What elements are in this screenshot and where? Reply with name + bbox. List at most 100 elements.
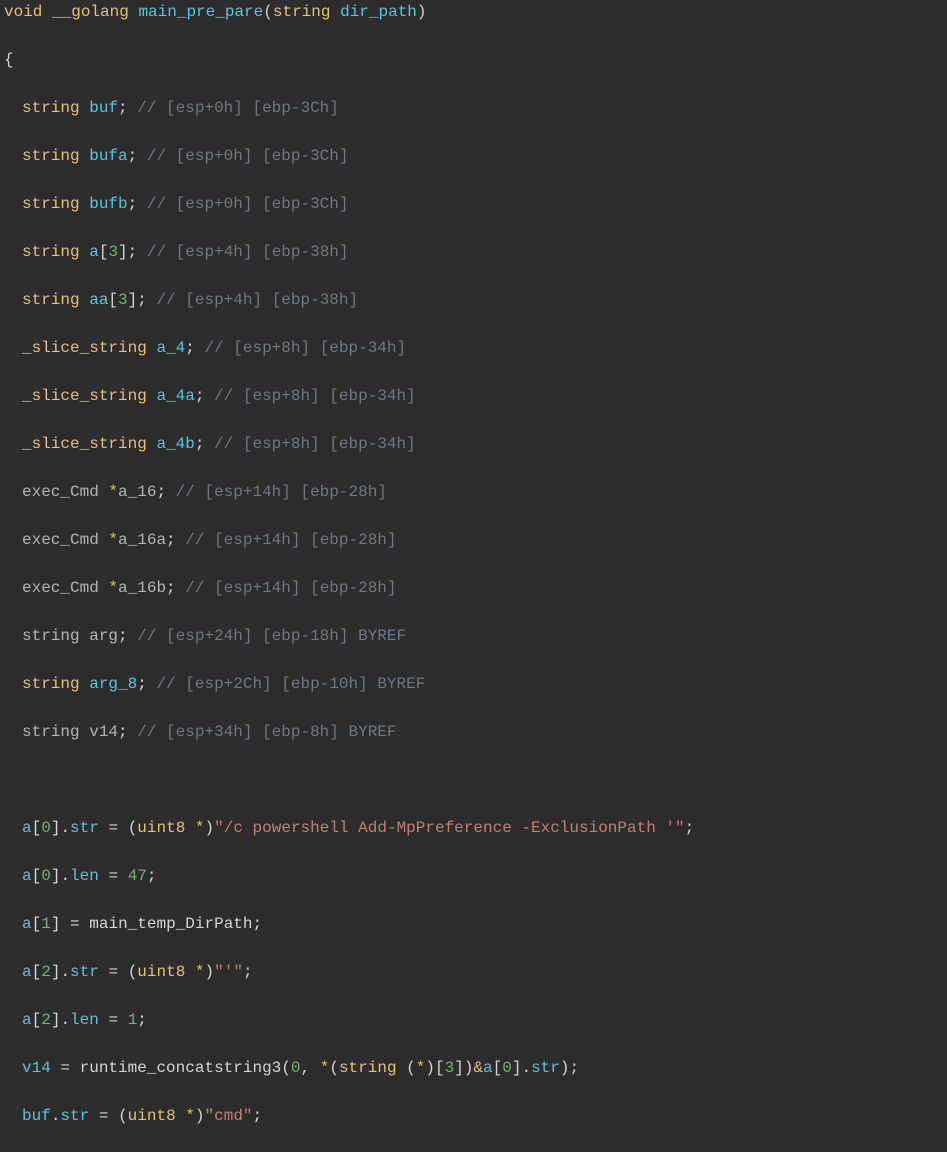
var: bufb <box>89 195 127 213</box>
comment: // [esp+8h] [ebp-34h] <box>214 387 416 405</box>
code-line: string bufa; // [esp+0h] [ebp-3Ch] <box>0 144 947 168</box>
semicolon: ; <box>137 291 147 309</box>
var: a_16b <box>118 579 166 597</box>
dot: . <box>521 1059 531 1077</box>
equals: = <box>99 1107 109 1125</box>
paren: ( <box>329 1059 339 1077</box>
equals: = <box>108 819 118 837</box>
semicolon: ; <box>128 195 138 213</box>
type: exec_Cmd <box>22 579 99 597</box>
var: buf <box>22 1107 51 1125</box>
semicolon: ; <box>137 675 147 693</box>
var: a_4 <box>156 339 185 357</box>
comment: // [esp+24h] [ebp-18h] BYREF <box>137 627 406 645</box>
code-line: exec_Cmd *a_16; // [esp+14h] [ebp-28h] <box>0 480 947 504</box>
cast-type: string <box>339 1059 397 1077</box>
comment: // [esp+14h] [ebp-28h] <box>176 483 387 501</box>
ampersand: & <box>473 1059 483 1077</box>
bracket: ] <box>51 867 61 885</box>
var: a <box>483 1059 493 1077</box>
bracket: [ <box>99 243 109 261</box>
code-line: exec_Cmd *a_16a; // [esp+14h] [ebp-28h] <box>0 528 947 552</box>
semicolon: ; <box>118 99 128 117</box>
cast-type: uint8 <box>128 1107 176 1125</box>
member: len <box>70 1011 99 1029</box>
type: string <box>22 723 80 741</box>
bracket: ] <box>51 1011 61 1029</box>
type: exec_Cmd <box>22 483 99 501</box>
comma: , <box>301 1059 311 1077</box>
dot: . <box>60 867 70 885</box>
comment: // [esp+8h] [ebp-34h] <box>204 339 406 357</box>
code-line: void __golang main_pre_pare(string dir_p… <box>0 0 947 24</box>
type: _slice_string <box>22 435 147 453</box>
number: 0 <box>41 819 51 837</box>
code-line: a[0].len = 47; <box>0 864 947 888</box>
keyword-void: void <box>4 3 42 21</box>
equals: = <box>70 915 80 933</box>
type: string <box>22 627 80 645</box>
equals: = <box>108 963 118 981</box>
paren: ( <box>128 963 138 981</box>
comment: // [esp+4h] [ebp-38h] <box>147 243 349 261</box>
type: _slice_string <box>22 339 147 357</box>
code-line: _slice_string a_4b; // [esp+8h] [ebp-34h… <box>0 432 947 456</box>
code-line: buf.str = (uint8 *)"cmd"; <box>0 1104 947 1128</box>
number: 3 <box>445 1059 455 1077</box>
bracket: [ <box>32 867 42 885</box>
star: * <box>108 483 118 501</box>
paren: ( <box>406 1059 416 1077</box>
paren: ) <box>205 963 215 981</box>
type: string <box>22 147 80 165</box>
var: aa <box>89 291 108 309</box>
semicolon: ; <box>166 531 176 549</box>
var: a <box>89 243 99 261</box>
var: a <box>22 963 32 981</box>
equals: = <box>108 867 118 885</box>
cast-type: uint8 <box>137 819 185 837</box>
type: string <box>22 99 80 117</box>
comment: // [esp+0h] [ebp-3Ch] <box>147 195 349 213</box>
code-line: a[2].len = 1; <box>0 1008 947 1032</box>
bracket: [ <box>435 1059 445 1077</box>
param: dir_path <box>340 3 417 21</box>
bracket: ] <box>512 1059 522 1077</box>
brace-open: { <box>4 51 14 69</box>
code-line: a[0].str = (uint8 *)"/c powershell Add-M… <box>0 816 947 840</box>
code-line: string arg; // [esp+24h] [ebp-18h] BYREF <box>0 624 947 648</box>
code-block: void __golang main_pre_pare(string dir_p… <box>0 0 947 1152</box>
semicolon: ; <box>253 915 263 933</box>
semicolon: ; <box>156 483 166 501</box>
comment: // [esp+0h] [ebp-3Ch] <box>137 99 339 117</box>
semicolon: ; <box>685 819 695 837</box>
member: str <box>70 819 99 837</box>
member: len <box>70 867 99 885</box>
comment: // [esp+2Ch] [ebp-10h] BYREF <box>156 675 425 693</box>
code-line: string a[3]; // [esp+4h] [ebp-38h] <box>0 240 947 264</box>
semicolon: ; <box>128 147 138 165</box>
number: 0 <box>41 867 51 885</box>
function-name: main_pre_pare <box>138 3 263 21</box>
bracket: ] <box>51 963 61 981</box>
paren: ( <box>128 819 138 837</box>
var: a_16 <box>118 483 156 501</box>
semicolon: ; <box>195 435 205 453</box>
bracket: ] <box>51 915 61 933</box>
code-line: a[2].str = (uint8 *)"'"; <box>0 960 947 984</box>
semicolon: ; <box>243 963 253 981</box>
var: a <box>22 867 32 885</box>
semicolon: ; <box>253 1107 263 1125</box>
bracket: ] <box>128 291 138 309</box>
equals: = <box>60 1059 70 1077</box>
var: arg <box>89 627 118 645</box>
var: v14 <box>22 1059 51 1077</box>
number: 0 <box>502 1059 512 1077</box>
code-line: a[1] = main_temp_DirPath; <box>0 912 947 936</box>
semicolon: ; <box>195 387 205 405</box>
comment: // [esp+14h] [ebp-28h] <box>185 579 396 597</box>
var: a <box>22 819 32 837</box>
code-line: string arg_8; // [esp+2Ch] [ebp-10h] BYR… <box>0 672 947 696</box>
star: * <box>195 963 205 981</box>
dot: . <box>60 963 70 981</box>
number: 3 <box>118 291 128 309</box>
